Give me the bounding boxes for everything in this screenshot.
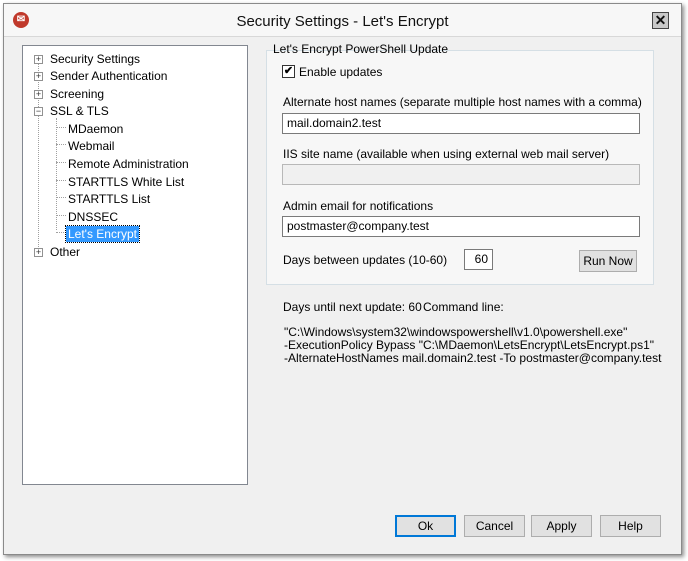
- tree-item-label[interactable]: STARTTLS White List: [66, 174, 186, 190]
- collapse-icon[interactable]: −: [34, 107, 43, 116]
- tree-item-label[interactable]: SSL & TLS: [48, 103, 111, 119]
- days-between-input[interactable]: 60: [464, 249, 493, 270]
- tree-connector: [56, 127, 66, 128]
- tree-item-label[interactable]: Other: [48, 244, 82, 260]
- admin-email-label: Admin email for notifications: [283, 199, 434, 213]
- command-line-text: -ExecutionPolicy Bypass "C:\MDaemon\Lets…: [284, 338, 655, 352]
- apply-button[interactable]: Apply: [531, 515, 592, 537]
- tree-connector: [56, 144, 66, 145]
- days-until-next-update: Days until next update: 60: [283, 300, 422, 314]
- enable-updates-checkbox[interactable]: ✔: [282, 65, 295, 78]
- expand-icon[interactable]: +: [34, 90, 43, 99]
- tree-connector: [56, 118, 57, 230]
- tree-connector: [56, 215, 66, 216]
- tree-item-label[interactable]: DNSSEC: [66, 209, 120, 225]
- tree-item-label[interactable]: Webmail: [66, 138, 116, 154]
- window-title: Security Settings - Let's Encrypt: [236, 13, 449, 30]
- iis-site-input[interactable]: [282, 164, 640, 185]
- close-button[interactable]: ✕: [652, 12, 669, 29]
- expand-icon[interactable]: +: [34, 248, 43, 257]
- command-line-text: -AlternateHostNames mail.domain2.test -T…: [284, 351, 662, 365]
- checkmark-icon: ✔: [283, 65, 294, 77]
- group-title: Let's Encrypt PowerShell Update: [273, 42, 449, 56]
- tree-connector: [56, 197, 66, 198]
- tree-item-label[interactable]: Sender Authentication: [48, 68, 169, 84]
- alt-hosts-label: Alternate host names (separate multiple …: [283, 95, 642, 109]
- days-between-label: Days between updates (10-60): [283, 253, 448, 267]
- tree-item-label[interactable]: Security Settings: [48, 51, 142, 67]
- ok-button[interactable]: Ok: [395, 515, 456, 537]
- command-line-label: Command line:: [423, 300, 504, 314]
- tree-connector: [56, 180, 66, 181]
- help-button[interactable]: Help: [600, 515, 661, 537]
- tree-item-label[interactable]: STARTTLS List: [66, 191, 152, 207]
- enable-updates-label[interactable]: Enable updates: [299, 65, 382, 79]
- cancel-button[interactable]: Cancel: [464, 515, 525, 537]
- command-line-text: "C:\Windows\system32\windowspowershell\v…: [284, 325, 628, 339]
- title-bar[interactable]: ✉ Security Settings - Let's Encrypt ✕: [4, 4, 681, 37]
- expand-icon[interactable]: +: [34, 55, 43, 64]
- tree-item-label[interactable]: Remote Administration: [66, 156, 191, 172]
- tree-connector: [56, 162, 66, 163]
- settings-tree[interactable]: + Security Settings + Sender Authenticat…: [22, 45, 248, 485]
- alt-hosts-input[interactable]: mail.domain2.test: [282, 113, 640, 134]
- tree-item-label[interactable]: MDaemon: [66, 121, 125, 137]
- tree-item-label[interactable]: Screening: [48, 86, 106, 102]
- run-now-button[interactable]: Run Now: [579, 250, 637, 272]
- tree-item-label-selected[interactable]: Let's Encrypt: [65, 225, 140, 243]
- iis-site-label: IIS site name (available when using exte…: [283, 147, 610, 161]
- expand-icon[interactable]: +: [34, 72, 43, 81]
- admin-email-input[interactable]: postmaster@company.test: [282, 216, 640, 237]
- close-icon: ✕: [654, 12, 667, 28]
- tree-connector: [56, 232, 66, 233]
